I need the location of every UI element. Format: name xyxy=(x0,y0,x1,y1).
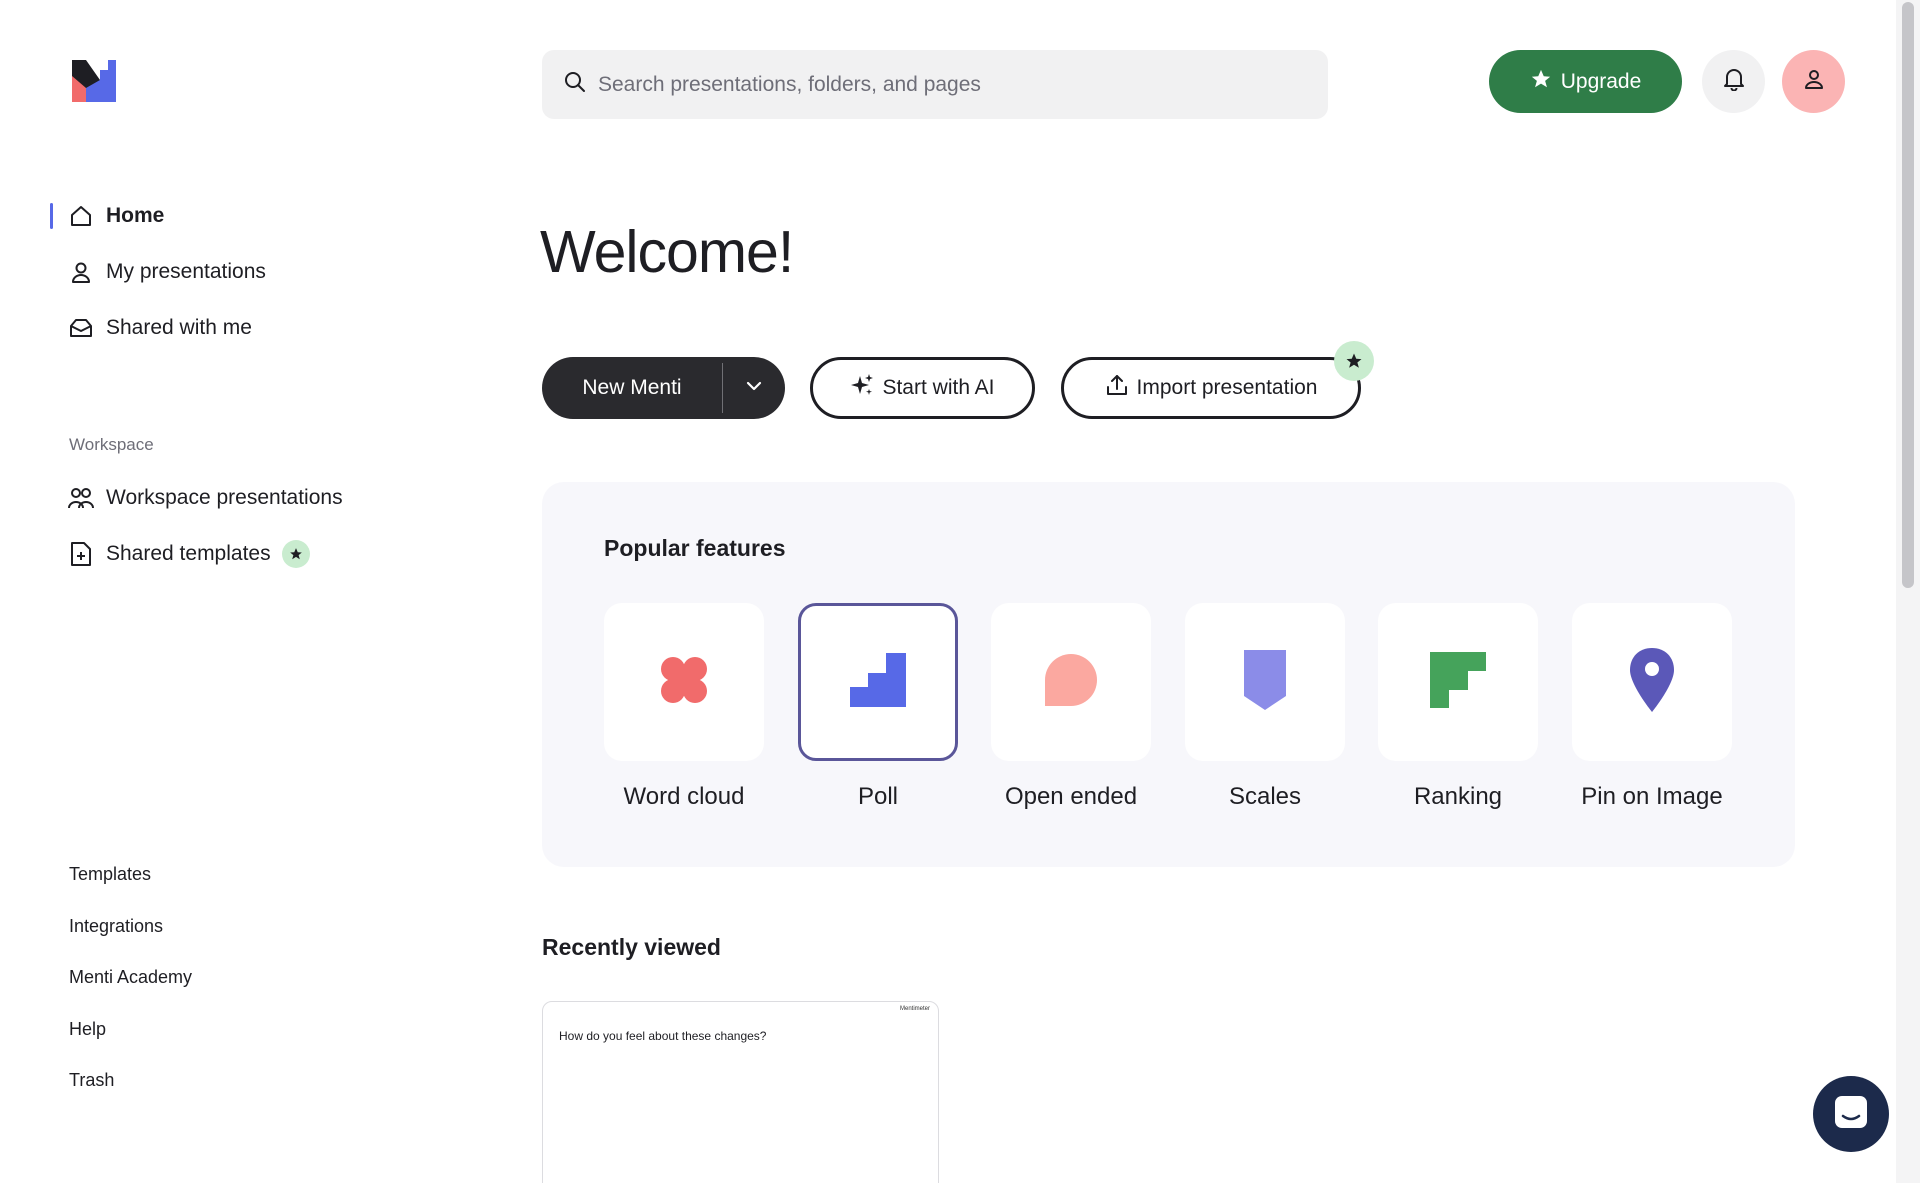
upgrade-label: Upgrade xyxy=(1560,69,1642,93)
inbox-icon xyxy=(68,315,94,341)
star-icon xyxy=(1334,341,1374,381)
footer-link-trash[interactable]: Trash xyxy=(69,1070,114,1091)
upgrade-button[interactable]: Upgrade xyxy=(1489,50,1682,113)
sidebar-item-shared-with-me[interactable]: Shared with me xyxy=(50,308,252,348)
feature-scales[interactable]: Scales xyxy=(1185,603,1345,810)
avatar[interactable] xyxy=(1782,50,1845,113)
pin-icon xyxy=(1629,647,1675,718)
sidebar-item-label: Shared with me xyxy=(106,316,252,339)
chevron-down-icon xyxy=(745,379,763,397)
star-icon xyxy=(281,540,310,568)
user-icon xyxy=(1803,68,1825,95)
mentimeter-logo-icon[interactable] xyxy=(72,60,116,102)
bell-icon xyxy=(1723,67,1745,96)
users-icon xyxy=(68,485,94,511)
sidebar-item-home[interactable]: Home xyxy=(50,196,164,236)
notifications-button[interactable] xyxy=(1702,50,1765,113)
sidebar-item-label: Workspace presentations xyxy=(106,486,343,509)
workspace-section-label: Workspace xyxy=(69,435,154,454)
feature-label: Pin on Image xyxy=(1581,783,1723,810)
import-presentation-label: Import presentation xyxy=(1136,376,1318,399)
footer-link-menti-academy[interactable]: Menti Academy xyxy=(69,967,192,988)
new-menti-dropdown-button[interactable] xyxy=(723,357,785,419)
poll-icon xyxy=(850,652,906,712)
new-menti-button[interactable]: New Menti xyxy=(542,357,722,419)
sidebar-item-label: My presentations xyxy=(106,260,266,283)
page-title: Welcome! xyxy=(540,219,794,285)
feature-card xyxy=(798,603,958,761)
feature-pin-on-image[interactable]: Pin on Image xyxy=(1572,603,1732,810)
search-input[interactable] xyxy=(598,72,1298,97)
footer-link-templates[interactable]: Templates xyxy=(69,864,151,885)
feature-card xyxy=(604,603,764,761)
sidebar-item-label: Home xyxy=(106,204,165,227)
scales-icon xyxy=(1244,649,1286,715)
footer-link-integrations[interactable]: Integrations xyxy=(69,916,163,937)
star-icon xyxy=(1530,68,1552,96)
feature-ranking[interactable]: Ranking xyxy=(1378,603,1538,810)
feature-card xyxy=(1378,603,1538,761)
feature-card xyxy=(1572,603,1732,761)
user-icon xyxy=(68,259,94,285)
feature-card xyxy=(991,603,1151,761)
feature-word-cloud[interactable]: Word cloud xyxy=(604,603,764,810)
start-with-ai-label: Start with AI xyxy=(882,376,995,399)
word-cloud-icon xyxy=(657,653,711,712)
import-presentation-button[interactable]: Import presentation xyxy=(1061,357,1361,419)
feature-card xyxy=(1185,603,1345,761)
recently-viewed-title: Recently viewed xyxy=(542,934,721,960)
thumbnail-brand: Mentimeter xyxy=(899,1006,930,1012)
chat-launcher-button[interactable] xyxy=(1813,1076,1889,1152)
recent-presentation-card[interactable]: Mentimeter How do you feel about these c… xyxy=(542,1001,939,1183)
ranking-icon xyxy=(1430,651,1486,713)
sidebar-item-my-presentations[interactable]: My presentations xyxy=(50,252,266,292)
thumbnail-question: How do you feel about these changes? xyxy=(559,1029,767,1043)
home-icon xyxy=(68,203,94,229)
sidebar-item-shared-templates[interactable]: Shared templates xyxy=(50,534,310,574)
scrollbar-thumb[interactable] xyxy=(1902,2,1914,588)
search-bar[interactable] xyxy=(542,50,1328,119)
sparkle-icon xyxy=(850,373,874,403)
feature-poll[interactable]: Poll xyxy=(798,603,958,810)
new-menti-split-button: New Menti xyxy=(542,357,785,419)
open-ended-icon xyxy=(1044,653,1098,712)
upload-icon xyxy=(1105,373,1129,403)
file-plus-icon xyxy=(68,541,94,567)
search-icon xyxy=(564,71,586,98)
footer-link-help[interactable]: Help xyxy=(69,1019,106,1040)
chat-icon xyxy=(1833,1094,1869,1135)
start-with-ai-button[interactable]: Start with AI xyxy=(810,357,1035,419)
sidebar-item-label: Shared templates xyxy=(106,542,271,565)
popular-features-title: Popular features xyxy=(604,535,786,561)
feature-open-ended[interactable]: Open ended xyxy=(991,603,1151,810)
sidebar-item-workspace-presentations[interactable]: Workspace presentations xyxy=(50,478,343,518)
